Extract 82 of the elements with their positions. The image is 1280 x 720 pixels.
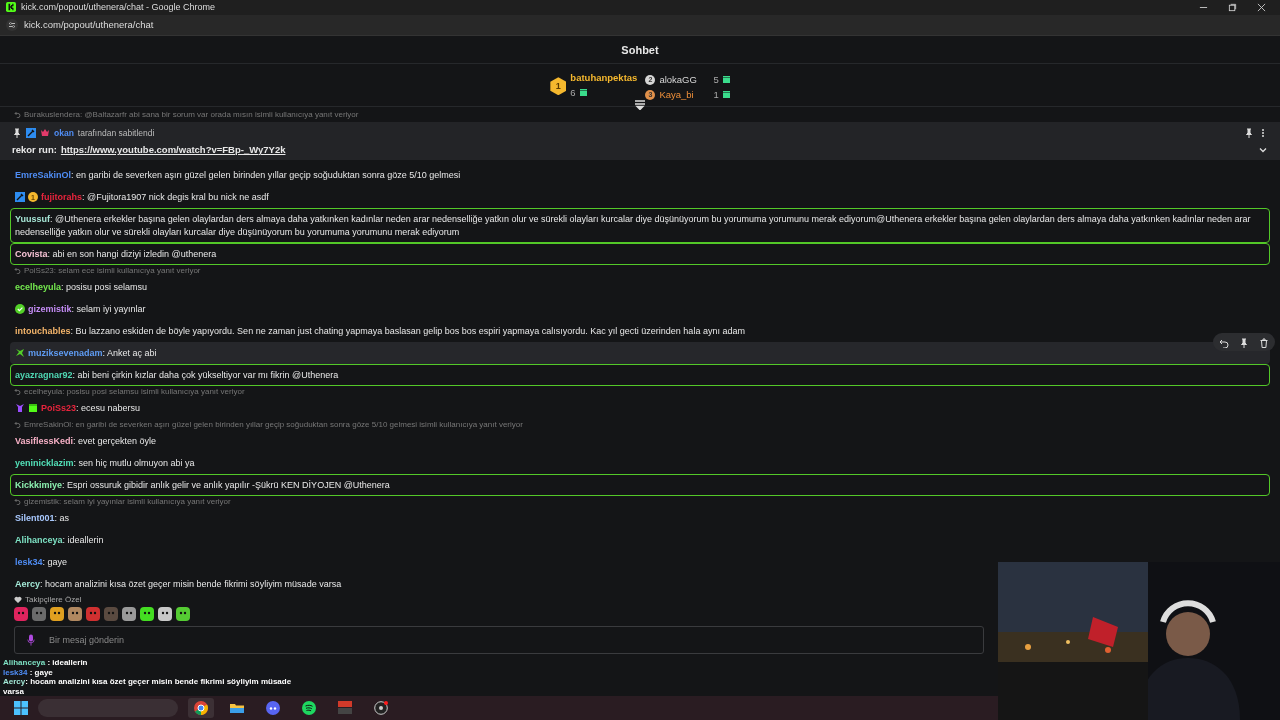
message-input[interactable]: Bir mesaj gönderin [14, 626, 984, 655]
chat-message: Aercy: hocam analizini kısa özet geçer misin bende fikrimi söyliyim müsade varsa [15, 577, 343, 591]
emote-icon[interactable] [158, 607, 172, 622]
active-app-slot[interactable] [188, 698, 214, 719]
mixer-app-icon[interactable] [338, 701, 352, 716]
reply-context: PoiSs23: selam ece isimli kullanıcıya yanıt veriyor [24, 265, 201, 277]
chat-message: intouchables: Bu lazzano eskiden de böyle yapıyordu. Sen ne zaman just chating yapmaya baslasan gelip bos bos espiri yapmaya calısıyordu. Kac yıl gecti üzerinden hala aynı adam [15, 324, 746, 338]
reply-context: ecelheyula: posisu posi selamsu isimli kullanıcıya yanıt veriyor [24, 386, 245, 398]
chat-message: fujitorahs: @Fujitora1907 nick degis kral bu nick ne asdf [41, 190, 270, 204]
chat-message: ecelheyula: posisu posi selamsu [15, 280, 149, 294]
chat-message: muziksevenadam: Anket aç abi [28, 346, 158, 360]
close-icon[interactable] [1257, 2, 1266, 12]
reply-arrow-icon [14, 498, 21, 506]
emote-icon[interactable] [50, 607, 64, 622]
gift-badge-icon [28, 403, 38, 414]
pin-icon[interactable] [1244, 127, 1254, 138]
reply-context: gizemistik: selam iyi yayınlar isimli kullanıcıya yanıt veriyor [24, 496, 231, 508]
chat-message: EmreSakinOl: en garibi de severken aşırı güzel gelen birinden yıllar geçip soğuduktan sonra göze 5/10 gelmesi [15, 168, 462, 182]
chat-message: ayazragnar92: abi beni çirkin kızlar daha çok yükseltiyor var mı fikrin @Uthenera [15, 368, 340, 382]
delete-icon[interactable] [1259, 337, 1269, 348]
heart-icon [14, 596, 22, 604]
sword-badge-icon [26, 127, 36, 138]
overlay-chat-line: lesk34 : gaye [3, 667, 54, 678]
reply-icon[interactable] [1219, 337, 1229, 348]
emote-icon[interactable] [68, 607, 82, 622]
emote-icon[interactable] [122, 607, 136, 622]
collapse-icon[interactable] [634, 100, 646, 111]
microphone-icon[interactable] [27, 634, 35, 647]
music-app-icon[interactable] [302, 701, 316, 716]
overlay-chat-line: Alihanceya : ideallerin [3, 658, 89, 668]
chat-message: yeninicklazim: sen hiç mutlu olmuyon abi ya [15, 456, 196, 470]
gifter-name[interactable]: Kaya_bi [659, 89, 710, 101]
browser-icon[interactable] [194, 701, 208, 716]
chat-message: Kickkimiye: Espri ossuruk gibidir anlık gelir ve anlık yapılır -Şükrü KEN DİYOJEN @Uthenera [15, 478, 391, 492]
gifter-name[interactable]: alokaGG [659, 74, 710, 86]
pinned-by-label: tarafından sabitlendi [77, 127, 155, 138]
k-logo-icon [6, 2, 16, 13]
gifter-name[interactable]: batuhanpektas [570, 72, 638, 84]
subscriber-badge-icon [15, 403, 25, 414]
recorder-app-icon[interactable] [374, 701, 388, 716]
rank-badge: 1 [550, 77, 567, 96]
gift-count: 5 [713, 74, 719, 86]
gift-icon [722, 76, 730, 84]
sword-badge-icon [15, 192, 25, 203]
reply-context: EmreSakinOl: en garibi de severken aşırı güzel gelen birinden yıllar geçip soğuduktan sonra göze 5/10 gelmesi isimli kullanıcıya yanıt veriyor [24, 419, 523, 431]
chat-message: Silent001: as [15, 511, 71, 525]
reply-arrow-icon [14, 267, 21, 275]
chat-message: Covista: abi en son hangi diziyi izledin @uthenera [15, 247, 218, 261]
chat-message: PoiSs23: ecesu nabersu [41, 401, 142, 415]
og-badge-icon [15, 348, 25, 359]
address-field[interactable]: kick.com/popout/uthenera/chat [24, 19, 154, 31]
pin-icon[interactable] [1239, 337, 1249, 348]
pinned-link[interactable]: https://www.youtube.com/watch?v=FBp-_Wy7Y2k [60, 144, 286, 156]
reply-context: Burakuslendera: @Baltazarfr abi sana bir sorum var orada mısın isimli kullanıcıya yanıt veriyor [24, 109, 359, 121]
restore-icon[interactable] [1228, 2, 1237, 12]
window-title: kick.com/popout/uthenera/chat - Google Chrome [21, 2, 216, 13]
pinned-by-name[interactable]: okan [54, 127, 74, 138]
chat-message: lesk34: gaye [15, 555, 69, 569]
chat-message: VasiflessKedi: evet gerçekten öyle [15, 434, 158, 448]
reply-arrow-icon [14, 111, 21, 119]
gift-icon [579, 89, 587, 97]
chat-app-icon[interactable] [266, 701, 280, 716]
pinned-author: rekor run: [12, 144, 57, 156]
site-settings-icon[interactable] [6, 18, 18, 31]
emote-icon[interactable] [140, 607, 154, 622]
chat-message: Yuussuf: @Uthenera erkekler başına gelen olaylardan ders almaya daha yatkınken kadınlar neden arar nedenselliğe yatkın olur ve sürekli olayları kurcalar diye düşünüyorum bu yorumuma yorumunu merak ediyorum@Uthenera erkekler başına gelen olaylardan ders almaya daha yatkınken kadınlar neden arar nedenselliğe yatkın olur ve sürekli olayları kurcalar diye düşünüyorum bu yorumuma yorumunu merak ediyorum [15, 212, 1252, 239]
reply-arrow-icon [14, 388, 21, 396]
reply-arrow-icon [14, 421, 21, 429]
windows-start-icon[interactable] [14, 701, 28, 716]
emote-icon[interactable] [176, 607, 190, 622]
emote-section-title: Takipçilere Özel [25, 595, 82, 605]
gift-count: 6 [570, 87, 576, 99]
verified-badge-icon [15, 304, 25, 315]
overlay-chat-line: Aercy: hocam analizini kısa özet geçer misin bende fikrimi söyliyim müsade varsa [3, 677, 293, 697]
chat-message: Alihanceya: ideallerin [15, 533, 105, 547]
chat-title: Sohbet [621, 43, 659, 56]
pin-icon [12, 127, 22, 138]
gift-count: 1 [713, 89, 719, 101]
folder-icon[interactable] [230, 701, 244, 716]
chat-message: gizemistik: selam iyi yayınlar [28, 302, 147, 316]
crown-badge-icon [40, 127, 50, 138]
gift-icon [722, 91, 730, 99]
